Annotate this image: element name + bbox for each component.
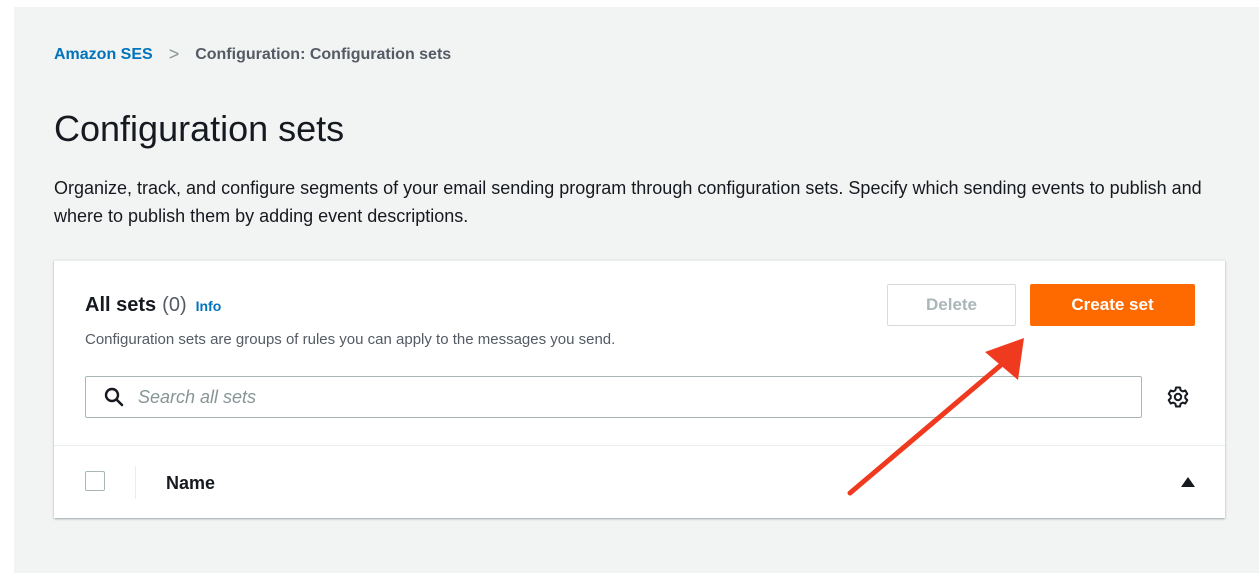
configuration-sets-card: All sets (0) Info Configuration sets are… xyxy=(54,260,1225,518)
column-header-name[interactable]: Name xyxy=(166,473,215,494)
breadcrumb-link-amazon-ses[interactable]: Amazon SES xyxy=(54,46,153,64)
column-separator xyxy=(135,466,136,499)
breadcrumb-separator-icon: > xyxy=(168,44,180,64)
card-title-count: (0) xyxy=(162,294,187,316)
gear-icon[interactable] xyxy=(1166,385,1190,409)
select-all-checkbox[interactable] xyxy=(85,471,105,491)
page-background: Amazon SES > Configuration: Configuratio… xyxy=(14,7,1259,573)
card-title-text: All sets xyxy=(85,294,157,316)
page-description: Organize, track, and configure segments … xyxy=(54,178,1202,226)
sort-ascending-icon[interactable] xyxy=(1181,477,1195,487)
page-title: Configuration sets xyxy=(54,108,345,149)
search-field[interactable] xyxy=(85,376,1142,418)
create-set-button[interactable]: Create set xyxy=(1030,284,1195,326)
breadcrumb: Amazon SES > Configuration: Configuratio… xyxy=(54,44,451,65)
card-subtitle: Configuration sets are groups of rules y… xyxy=(85,331,616,348)
card-title: All sets (0) Info xyxy=(85,294,221,317)
search-icon xyxy=(104,387,124,407)
table-divider xyxy=(54,445,1225,446)
delete-button[interactable]: Delete xyxy=(887,284,1016,326)
info-link[interactable]: Info xyxy=(196,298,222,314)
breadcrumb-current: Configuration: Configuration sets xyxy=(195,45,452,63)
search-input[interactable] xyxy=(136,385,1100,409)
